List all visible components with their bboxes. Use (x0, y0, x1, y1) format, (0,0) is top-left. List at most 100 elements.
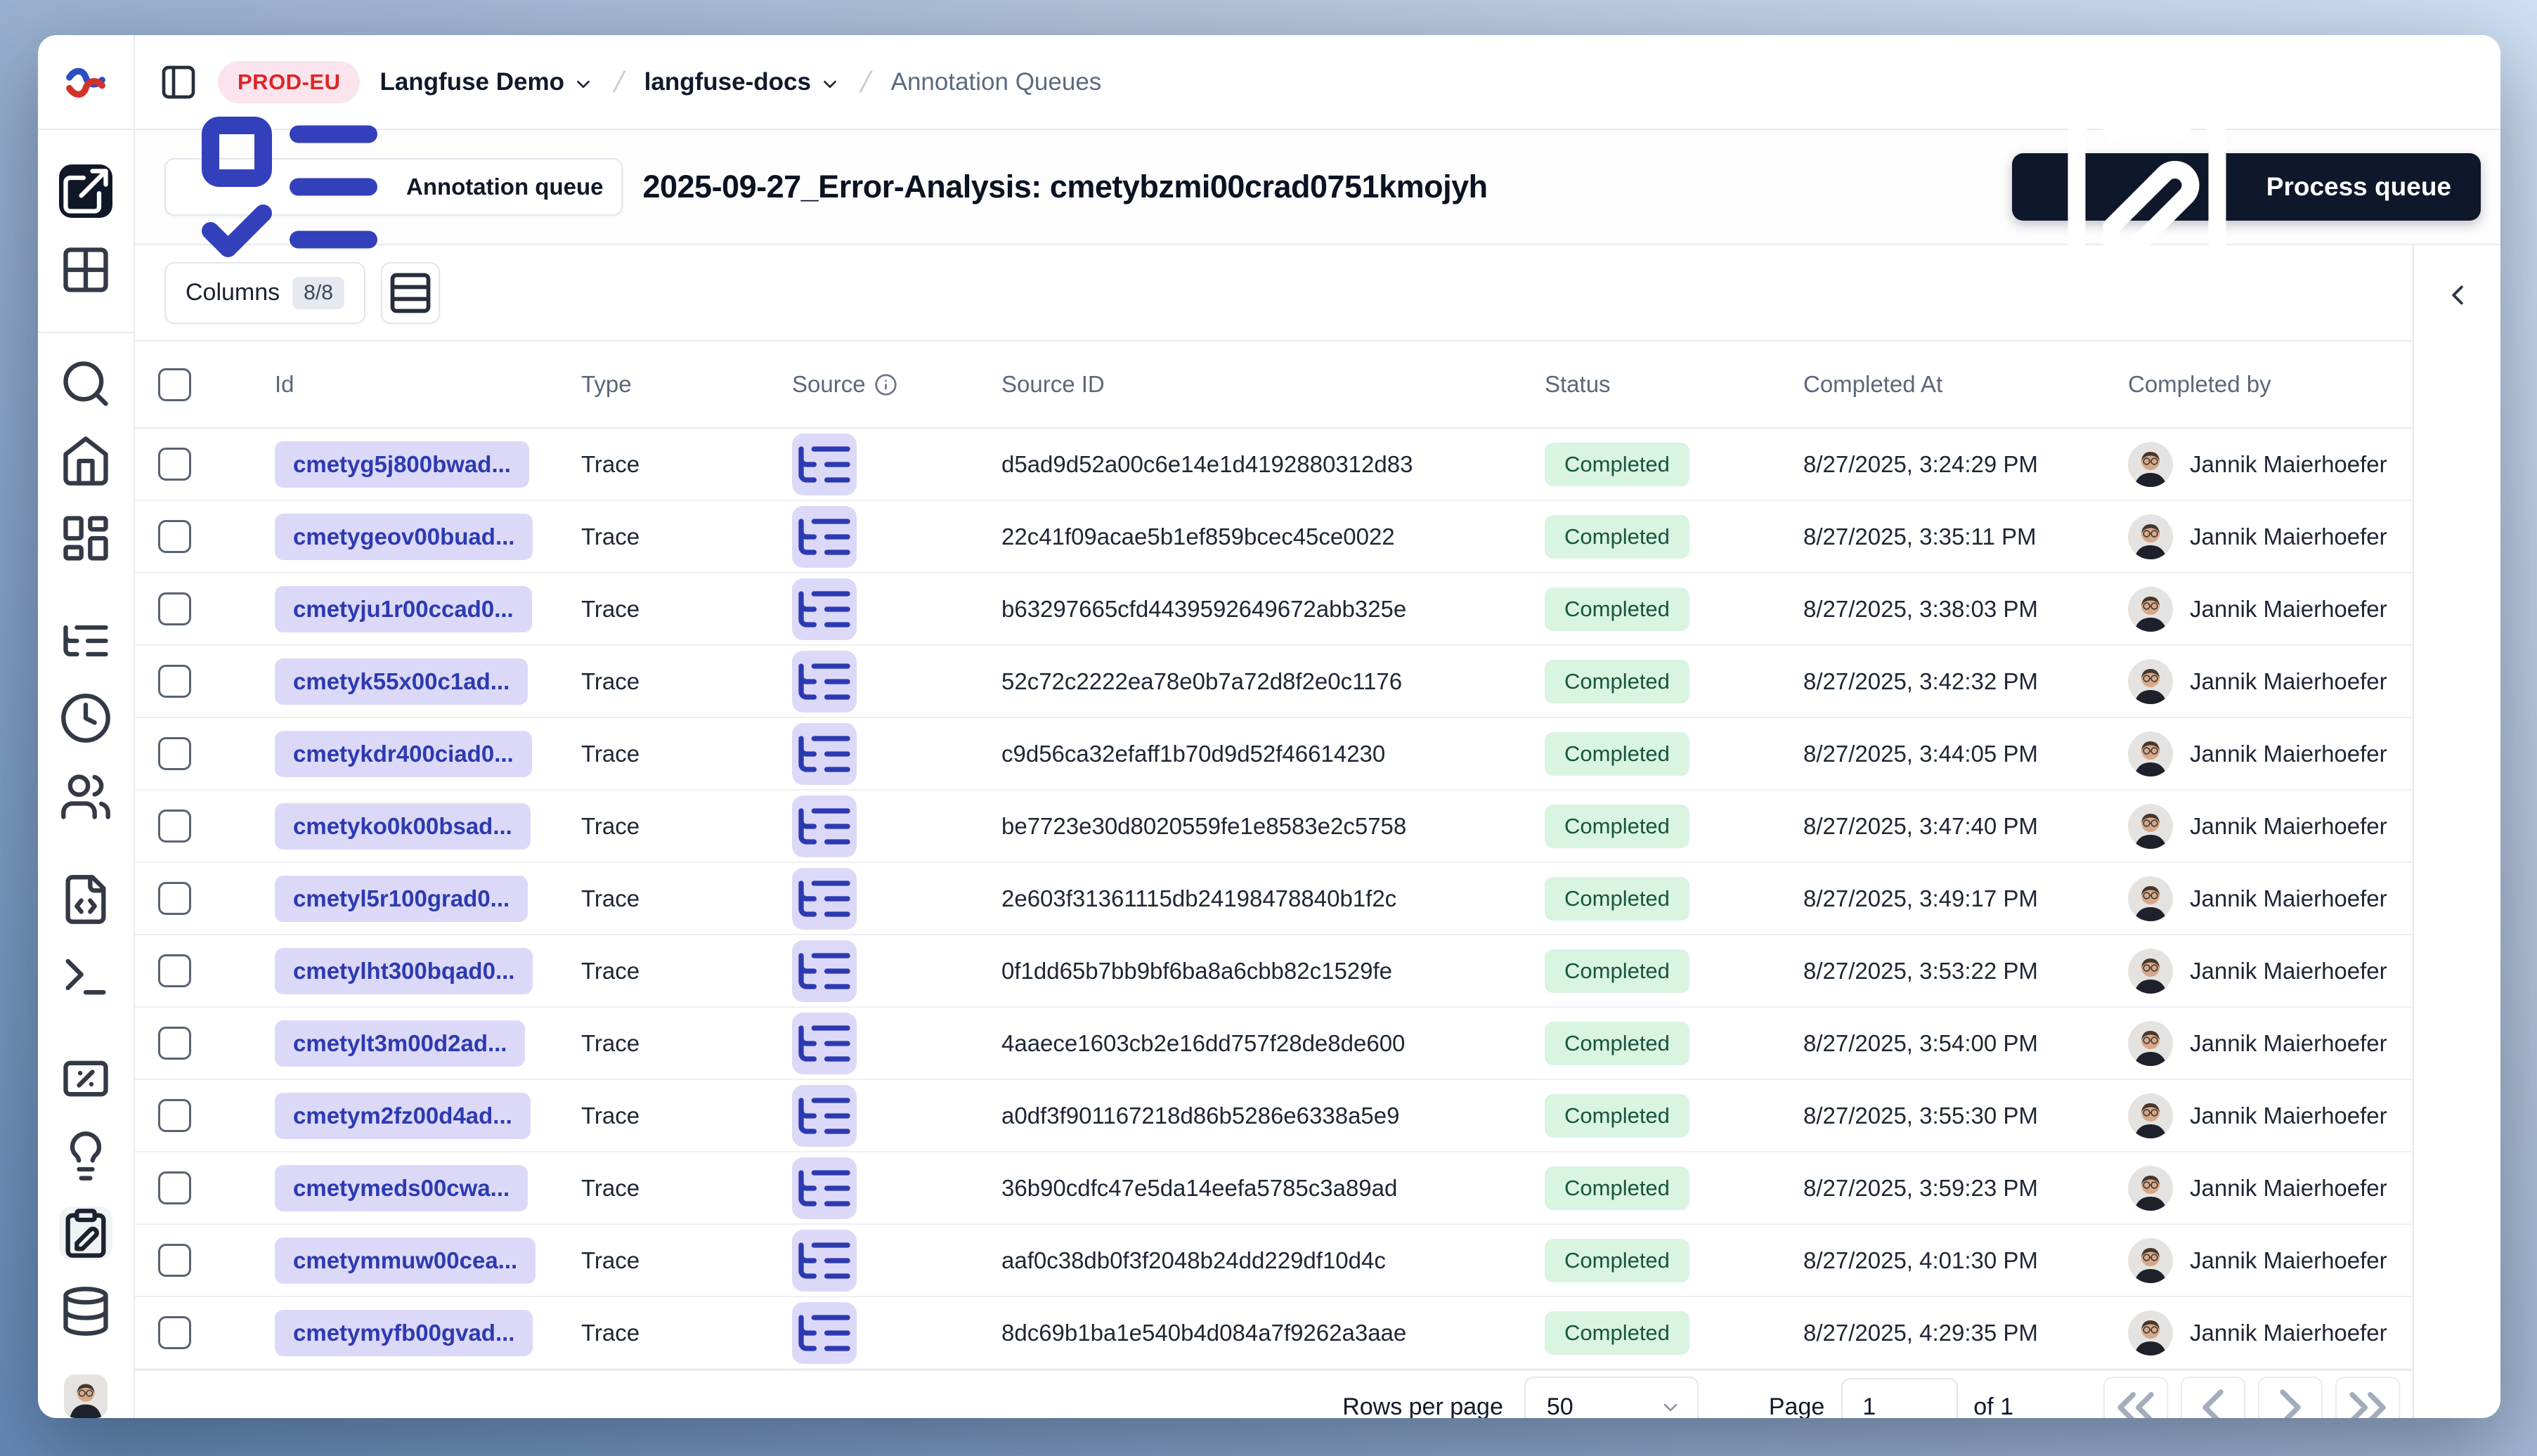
first-page-button[interactable] (2103, 1376, 2168, 1418)
trace-source-icon[interactable] (792, 1229, 857, 1292)
status-badge: Completed (1545, 804, 1689, 848)
trace-source-icon[interactable] (792, 1157, 857, 1219)
row-id-badge[interactable]: cmetygeov00buad... (275, 513, 533, 560)
trace-source-icon[interactable] (792, 1301, 857, 1364)
trace-source-icon[interactable] (792, 722, 857, 785)
sidebar-item-list-tree[interactable] (59, 614, 112, 668)
table-row[interactable]: cmetyl5r100grad0... Trace 2e603f31361115… (135, 863, 2413, 935)
rows-per-page-label: Rows per page (1342, 1393, 1503, 1418)
table-row[interactable]: cmetyju1r00ccad0... Trace b63297665cfd44… (135, 573, 2413, 646)
trace-source-icon[interactable] (792, 433, 857, 495)
row-height-button[interactable] (380, 261, 440, 324)
trace-source-icon[interactable] (792, 578, 857, 640)
column-header-completed-at[interactable]: Completed At (1803, 371, 1942, 398)
next-page-button[interactable] (2258, 1376, 2323, 1418)
row-checkbox[interactable] (158, 520, 191, 553)
column-header-type[interactable]: Type (581, 371, 632, 398)
last-page-button[interactable] (2335, 1376, 2400, 1418)
row-completed-by: Jannik Maierhoefer (2190, 1247, 2387, 1273)
row-checkbox[interactable] (158, 954, 191, 987)
sidebar-item-percent-card[interactable] (59, 1052, 112, 1105)
table-row[interactable]: cmetym2fz00d4ad... Trace a0df3f901167218… (135, 1080, 2413, 1152)
row-id-badge[interactable]: cmetymmuw00cea... (275, 1237, 536, 1284)
trace-source-icon[interactable] (792, 867, 857, 930)
trace-source-icon[interactable] (792, 940, 857, 1002)
sidebar-item-search[interactable] (59, 357, 112, 410)
process-queue-button[interactable]: Process queue (2011, 90, 2481, 284)
table-row[interactable]: cmetymyfb00gvad... Trace 8dc69b1ba1e540b… (135, 1297, 2413, 1370)
row-id-badge[interactable]: cmetyju1r00ccad0... (275, 585, 532, 632)
row-checkbox[interactable] (158, 1244, 191, 1277)
row-id-badge[interactable]: cmetykdr400ciad0... (275, 730, 532, 777)
prev-page-button[interactable] (2181, 1376, 2245, 1418)
row-id-badge[interactable]: cmetymyfb00gvad... (275, 1309, 533, 1356)
table-row[interactable]: cmetyk55x00c1ad... Trace 52c72c2222ea78e… (135, 646, 2413, 718)
sidebar-item-users[interactable] (59, 770, 112, 824)
row-source-id: b63297665cfd4439592649672abb325e (1001, 595, 1407, 622)
row-id-badge[interactable]: cmetymeds00cwa... (275, 1164, 528, 1211)
status-badge: Completed (1545, 876, 1689, 921)
column-header-source-id[interactable]: Source ID (1001, 371, 1105, 398)
select-all-checkbox[interactable] (158, 368, 191, 401)
row-checkbox[interactable] (158, 592, 191, 625)
table-row[interactable]: cmetylt3m00d2ad... Trace 4aaece1603cb2e1… (135, 1008, 2413, 1080)
sidebar-item-lightbulb[interactable] (59, 1129, 112, 1183)
sidebar-item-terminal[interactable] (59, 950, 112, 1003)
chevron-down-icon (1659, 1396, 1682, 1419)
column-header-status[interactable]: Status (1545, 371, 1611, 398)
row-checkbox[interactable] (158, 1171, 191, 1204)
row-checkbox[interactable] (158, 810, 191, 843)
row-checkbox[interactable] (158, 1099, 191, 1132)
sidebar-item-clock[interactable] (59, 691, 112, 745)
row-checkbox[interactable] (158, 882, 191, 915)
sidebar-item-file-code[interactable] (59, 873, 112, 926)
rows-per-page-select[interactable]: 50 (1524, 1376, 1699, 1419)
row-type: Trace (581, 523, 640, 550)
row-id-badge[interactable]: cmetyko0k00bsad... (275, 802, 531, 850)
user-avatar[interactable] (64, 1374, 108, 1418)
collapse-panel-button[interactable] (2441, 279, 2474, 311)
table-row[interactable]: cmetykdr400ciad0... Trace c9d56ca32efaff… (135, 718, 2413, 791)
sidebar-item-clipboard-pen[interactable] (59, 1207, 112, 1260)
page-number-input[interactable] (1841, 1377, 1959, 1418)
row-checkbox[interactable] (158, 1316, 191, 1349)
table-row[interactable]: cmetymeds00cwa... Trace 36b90cdfc47e5da1… (135, 1152, 2413, 1225)
trace-source-icon[interactable] (792, 795, 857, 857)
trace-source-icon[interactable] (792, 1012, 857, 1074)
trace-source-icon[interactable] (792, 1084, 857, 1147)
row-completed-at: 8/27/2025, 4:01:30 PM (1803, 1247, 2038, 1273)
row-source-id: 22c41f09acae5b1ef859bcec45ce0022 (1001, 523, 1395, 550)
row-id-badge[interactable]: cmetylht300bqad0... (275, 947, 533, 994)
row-completed-at: 8/27/2025, 3:53:22 PM (1803, 957, 2038, 984)
row-checkbox[interactable] (158, 448, 191, 481)
trace-source-icon[interactable] (792, 505, 857, 568)
row-id-badge[interactable]: cmetyk55x00c1ad... (275, 658, 528, 705)
table-row[interactable]: cmetyko0k00bsad... Trace be7723e30d80205… (135, 791, 2413, 863)
table-row[interactable]: cmetyg5j800bwad... Trace d5ad9d52a00c6e1… (135, 429, 2413, 501)
sidebar-item-home[interactable] (59, 434, 112, 488)
sidebar-item-table[interactable] (59, 243, 112, 297)
row-id-badge[interactable]: cmetym2fz00d4ad... (275, 1092, 531, 1139)
table-row[interactable]: cmetylht300bqad0... Trace 0f1dd65b7bb9bf… (135, 935, 2413, 1008)
row-completed-at: 8/27/2025, 3:55:30 PM (1803, 1102, 2038, 1129)
row-id-badge[interactable]: cmetyg5j800bwad... (275, 441, 529, 488)
rows-icon (387, 269, 434, 317)
trace-source-icon[interactable] (792, 650, 857, 713)
columns-button[interactable]: Columns 8/8 (164, 261, 365, 324)
table-row[interactable]: cmetygeov00buad... Trace 22c41f09acae5b1… (135, 501, 2413, 573)
row-id-badge[interactable]: cmetylt3m00d2ad... (275, 1020, 526, 1067)
column-header-id[interactable]: Id (275, 371, 294, 398)
sidebar-item-database[interactable] (59, 1285, 112, 1338)
row-checkbox[interactable] (158, 1027, 191, 1060)
column-header-completed-by[interactable]: Completed by (2128, 371, 2271, 398)
breadcrumb-project[interactable]: langfuse-docs (644, 68, 841, 96)
sidebar-item-dashboard[interactable] (59, 512, 112, 565)
sidebar-item-external-link[interactable] (59, 164, 112, 218)
row-id-badge[interactable]: cmetyl5r100grad0... (275, 875, 528, 922)
row-completed-at: 8/27/2025, 3:44:05 PM (1803, 740, 2038, 767)
row-checkbox[interactable] (158, 665, 191, 698)
table-row[interactable]: cmetymmuw00cea... Trace aaf0c38db0f3f204… (135, 1225, 2413, 1297)
column-header-source[interactable]: Source (792, 371, 897, 398)
row-checkbox[interactable] (158, 737, 191, 770)
breadcrumb-org[interactable]: Langfuse Demo (379, 68, 594, 96)
